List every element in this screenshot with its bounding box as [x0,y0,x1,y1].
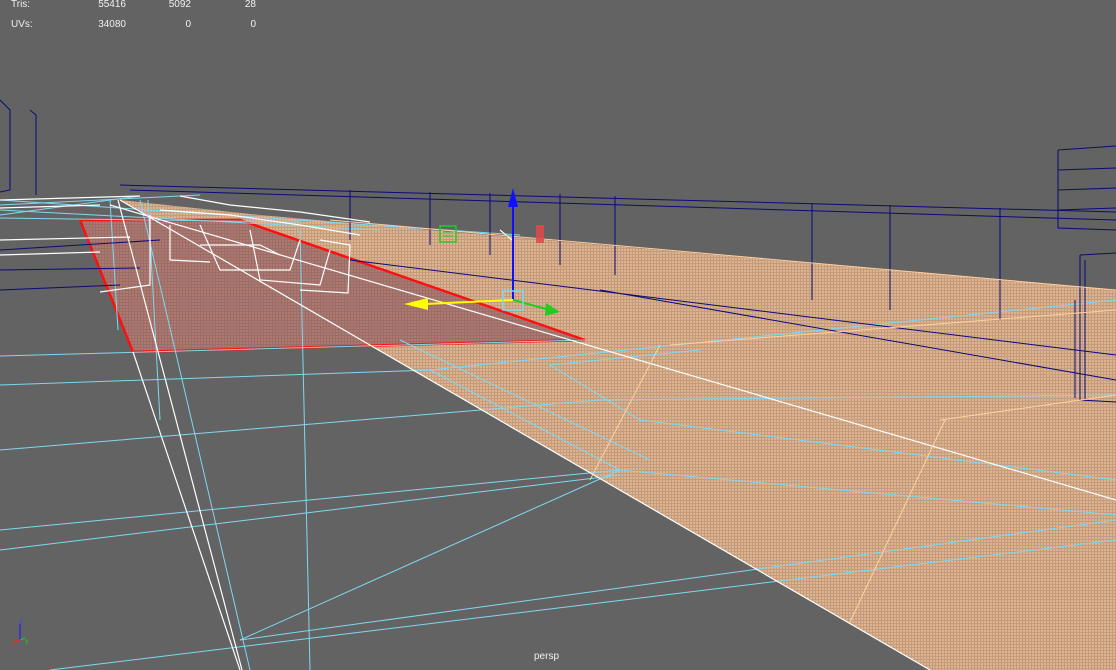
heads-up-display: Tris: 55416 5092 28 UVs: 34080 0 0 [0,0,270,40]
camera-name-label: persp [534,651,560,662]
hud-value: 55416 [98,0,126,10]
hud-value: 5092 [168,0,191,10]
hud-row-uvs: UVs: 34080 0 0 [0,19,270,40]
hud-value: 0 [185,19,191,30]
axis-triad-icon: z y [10,619,29,645]
axis-y-label: y [25,638,29,645]
hud-label: UVs: [11,19,33,30]
hud-value: 0 [250,19,256,30]
hud-value: 34080 [98,19,126,30]
persp-viewport[interactable]: Tris: 55416 5092 28 UVs: 34080 0 0 persp… [0,0,1116,670]
axis-z-label: z [19,619,23,626]
red-marker[interactable] [536,225,544,243]
hud-label: Tris: [11,0,31,10]
manip-y-arrow[interactable] [508,188,518,207]
hud-value: 28 [244,0,256,10]
hud-row-tris: Tris: 55416 5092 28 [0,0,270,20]
viewport-scene[interactable] [0,0,1116,670]
